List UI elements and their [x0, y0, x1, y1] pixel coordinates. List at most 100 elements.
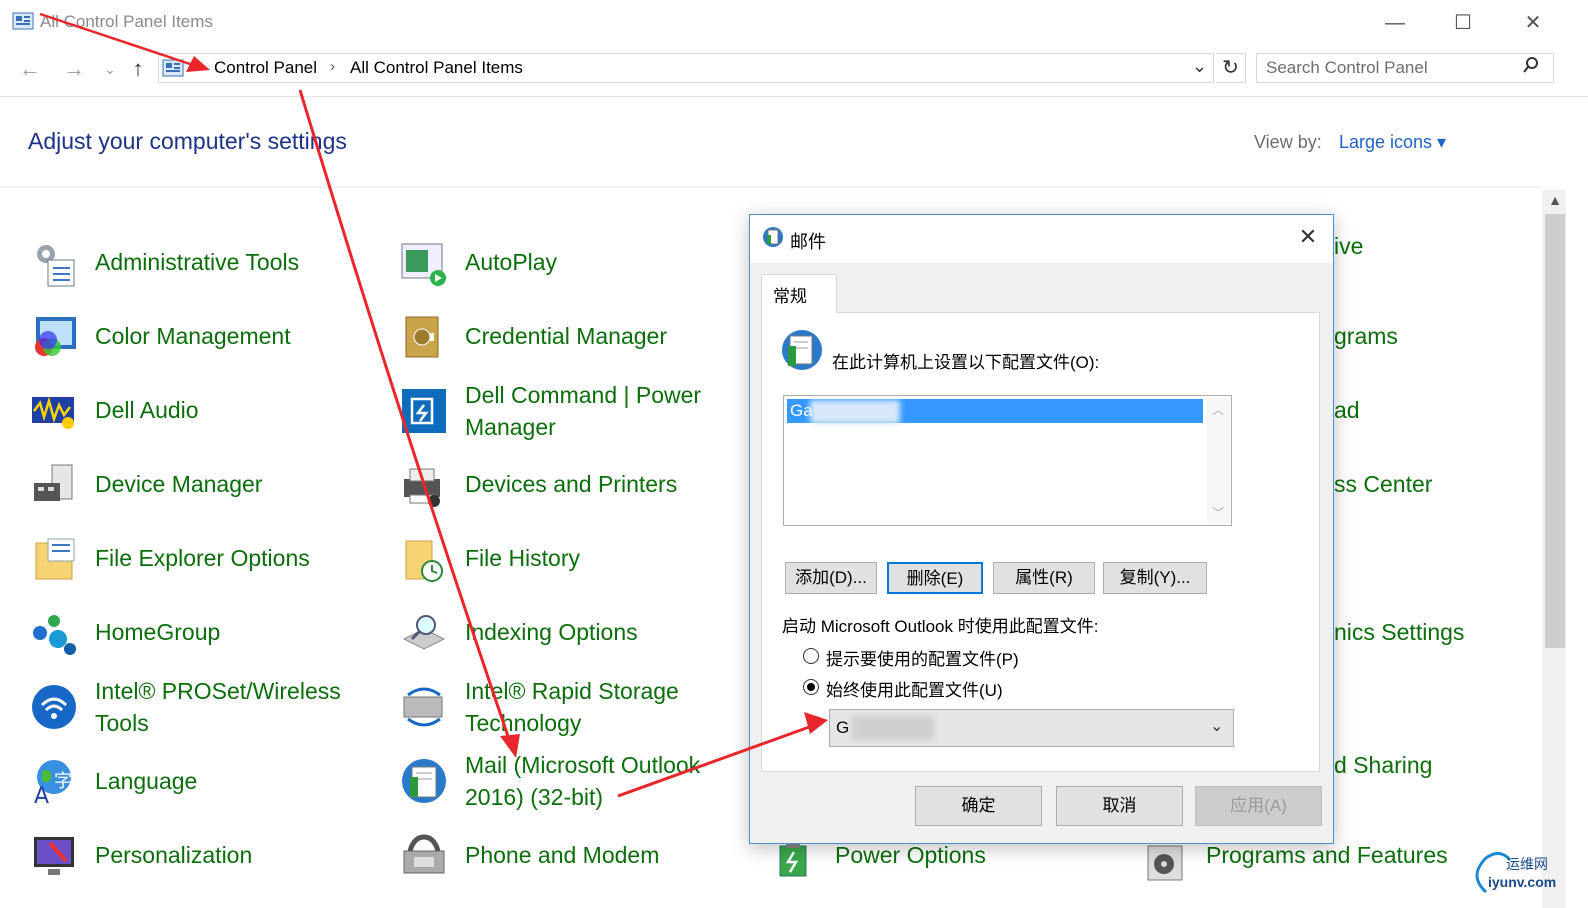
recent-locations-button[interactable]: ⌄	[96, 56, 124, 82]
dialog-title-bar	[750, 215, 1333, 263]
address-dropdown-icon[interactable]: ⌄	[1192, 56, 1207, 77]
item-line: Intel® Rapid Storage	[465, 678, 679, 704]
watermark-text: 运维网	[1506, 856, 1548, 872]
mail-icon	[763, 227, 783, 247]
item-line: 2016) (32-bit)	[465, 784, 604, 810]
delete-button[interactable]: 删除(E)	[887, 562, 983, 594]
mail-icon	[400, 757, 448, 805]
chevron-down-icon[interactable]: ⌄	[1210, 716, 1223, 736]
breadcrumb-control-panel[interactable]: Control Panel	[214, 58, 317, 78]
item-partial[interactable]: ad	[1334, 394, 1360, 426]
svg-text:字: 字	[54, 771, 72, 792]
admin-tools-icon	[30, 240, 78, 288]
scroll-up-arrow-icon[interactable]: ▲	[1545, 192, 1565, 212]
item-intel-proset-wireless[interactable]: Intel® PROSet/Wireless Tools	[95, 675, 341, 739]
item-line: Intel® PROSet/Wireless	[95, 678, 341, 704]
radio-prompt-profile[interactable]	[803, 648, 819, 664]
dell-audio-icon	[30, 387, 78, 435]
item-phone-and-modem[interactable]: Phone and Modem	[465, 839, 659, 871]
item-partial[interactable]: nics Settings	[1334, 616, 1464, 648]
svg-text:A: A	[34, 784, 49, 805]
item-color-management[interactable]: Color Management	[95, 320, 291, 352]
item-partial[interactable]: ss Center	[1334, 468, 1432, 500]
item-partial[interactable]: d Sharing	[1334, 749, 1432, 781]
item-file-explorer-options[interactable]: File Explorer Options	[95, 542, 310, 574]
color-management-icon	[30, 313, 78, 361]
item-dell-command-power-manager[interactable]: Dell Command | Power Manager	[465, 379, 701, 443]
scroll-up-arrow-icon[interactable]: ︿	[1206, 401, 1230, 418]
wireless-icon	[30, 683, 78, 731]
forward-button[interactable]: →	[60, 56, 88, 82]
item-line: Dell Command | Power	[465, 382, 702, 408]
radio-always-label: 始终使用此配置文件(U)	[826, 681, 1003, 700]
cancel-button[interactable]: 取消	[1056, 786, 1183, 826]
scroll-down-arrow-icon[interactable]: ﹀	[1206, 504, 1230, 521]
item-device-manager[interactable]: Device Manager	[95, 468, 262, 500]
control-panel-icon	[162, 59, 184, 77]
startup-label: 启动 Microsoft Outlook 时使用此配置文件:	[782, 617, 1099, 636]
redacted-text	[810, 400, 900, 424]
tab-general-label: 常规	[773, 287, 807, 306]
item-language[interactable]: Language	[95, 765, 197, 797]
profiles-icon	[782, 330, 822, 370]
window-title: All Control Panel Items	[40, 12, 213, 31]
item-personalization[interactable]: Personalization	[95, 839, 252, 871]
homegroup-icon	[30, 609, 78, 657]
title-bar	[0, 0, 1588, 46]
minimize-button[interactable]: —	[1372, 8, 1418, 38]
dialog-close-button[interactable]: ✕	[1296, 224, 1320, 250]
item-line: Mail (Microsoft Outlook	[465, 752, 701, 778]
ok-button[interactable]: 确定	[915, 786, 1042, 826]
add-button[interactable]: 添加(D)...	[785, 562, 877, 594]
file-history-icon	[400, 535, 448, 583]
item-line: Technology	[465, 710, 582, 736]
device-manager-icon	[30, 461, 78, 509]
refresh-button[interactable]: ↻	[1216, 53, 1246, 83]
search-placeholder: Search Control Panel	[1266, 58, 1428, 77]
properties-button[interactable]: 属性(R)	[993, 562, 1095, 594]
view-by-label: View by:	[1254, 132, 1322, 152]
back-button[interactable]: ←	[16, 56, 44, 82]
breadcrumb-separator[interactable]: ›	[330, 58, 335, 75]
tab-panel	[761, 312, 1320, 772]
item-administrative-tools[interactable]: Administrative Tools	[95, 246, 299, 278]
view-by-dropdown[interactable]: Large icons ▾	[1339, 132, 1446, 153]
item-partial[interactable]: grams	[1334, 320, 1398, 352]
personalization-icon	[30, 831, 78, 879]
phone-modem-icon	[400, 831, 448, 879]
apply-button[interactable]: 应用(A)	[1195, 786, 1322, 826]
item-devices-and-printers[interactable]: Devices and Printers	[465, 468, 677, 500]
item-partial[interactable]: ive	[1334, 230, 1363, 262]
item-line: Tools	[95, 710, 149, 736]
item-file-history[interactable]: File History	[465, 542, 580, 574]
control-panel-icon	[12, 12, 34, 30]
item-homegroup[interactable]: HomeGroup	[95, 616, 220, 648]
breadcrumb-separator[interactable]: ›	[194, 58, 199, 75]
file-explorer-options-icon	[30, 535, 78, 583]
dialog-title: 邮件	[790, 232, 826, 252]
maximize-button[interactable]: ☐	[1440, 8, 1486, 38]
item-dell-audio[interactable]: Dell Audio	[95, 394, 199, 426]
breadcrumb-all-items[interactable]: All Control Panel Items	[350, 58, 523, 78]
copy-button[interactable]: 复制(Y)...	[1103, 562, 1207, 594]
rapid-storage-icon	[400, 683, 448, 731]
up-button[interactable]: ↑	[124, 56, 152, 82]
autoplay-icon	[400, 240, 448, 288]
radio-prompt-label: 提示要使用的配置文件(P)	[826, 650, 1019, 669]
item-mail-outlook[interactable]: Mail (Microsoft Outlook 2016) (32-bit)	[465, 749, 700, 813]
listbox-scrollbar[interactable]: ︿ ﹀	[1206, 397, 1230, 524]
language-icon: A字	[30, 757, 78, 809]
page-title: Adjust your computer's settings	[28, 128, 347, 154]
profile-select-value: G	[836, 718, 850, 737]
search-icon[interactable]	[1522, 56, 1540, 74]
item-indexing-options[interactable]: Indexing Options	[465, 616, 638, 648]
item-intel-rapid-storage[interactable]: Intel® Rapid Storage Technology	[465, 675, 679, 739]
dell-power-icon	[400, 387, 448, 435]
item-credential-manager[interactable]: Credential Manager	[465, 320, 667, 352]
close-button[interactable]: ✕	[1510, 8, 1556, 38]
watermark-url: iyunv.com	[1488, 874, 1557, 890]
scrollbar-thumb[interactable]	[1545, 214, 1565, 648]
item-autoplay[interactable]: AutoPlay	[465, 246, 557, 278]
redacted-text	[852, 716, 934, 740]
divider	[0, 186, 1540, 188]
